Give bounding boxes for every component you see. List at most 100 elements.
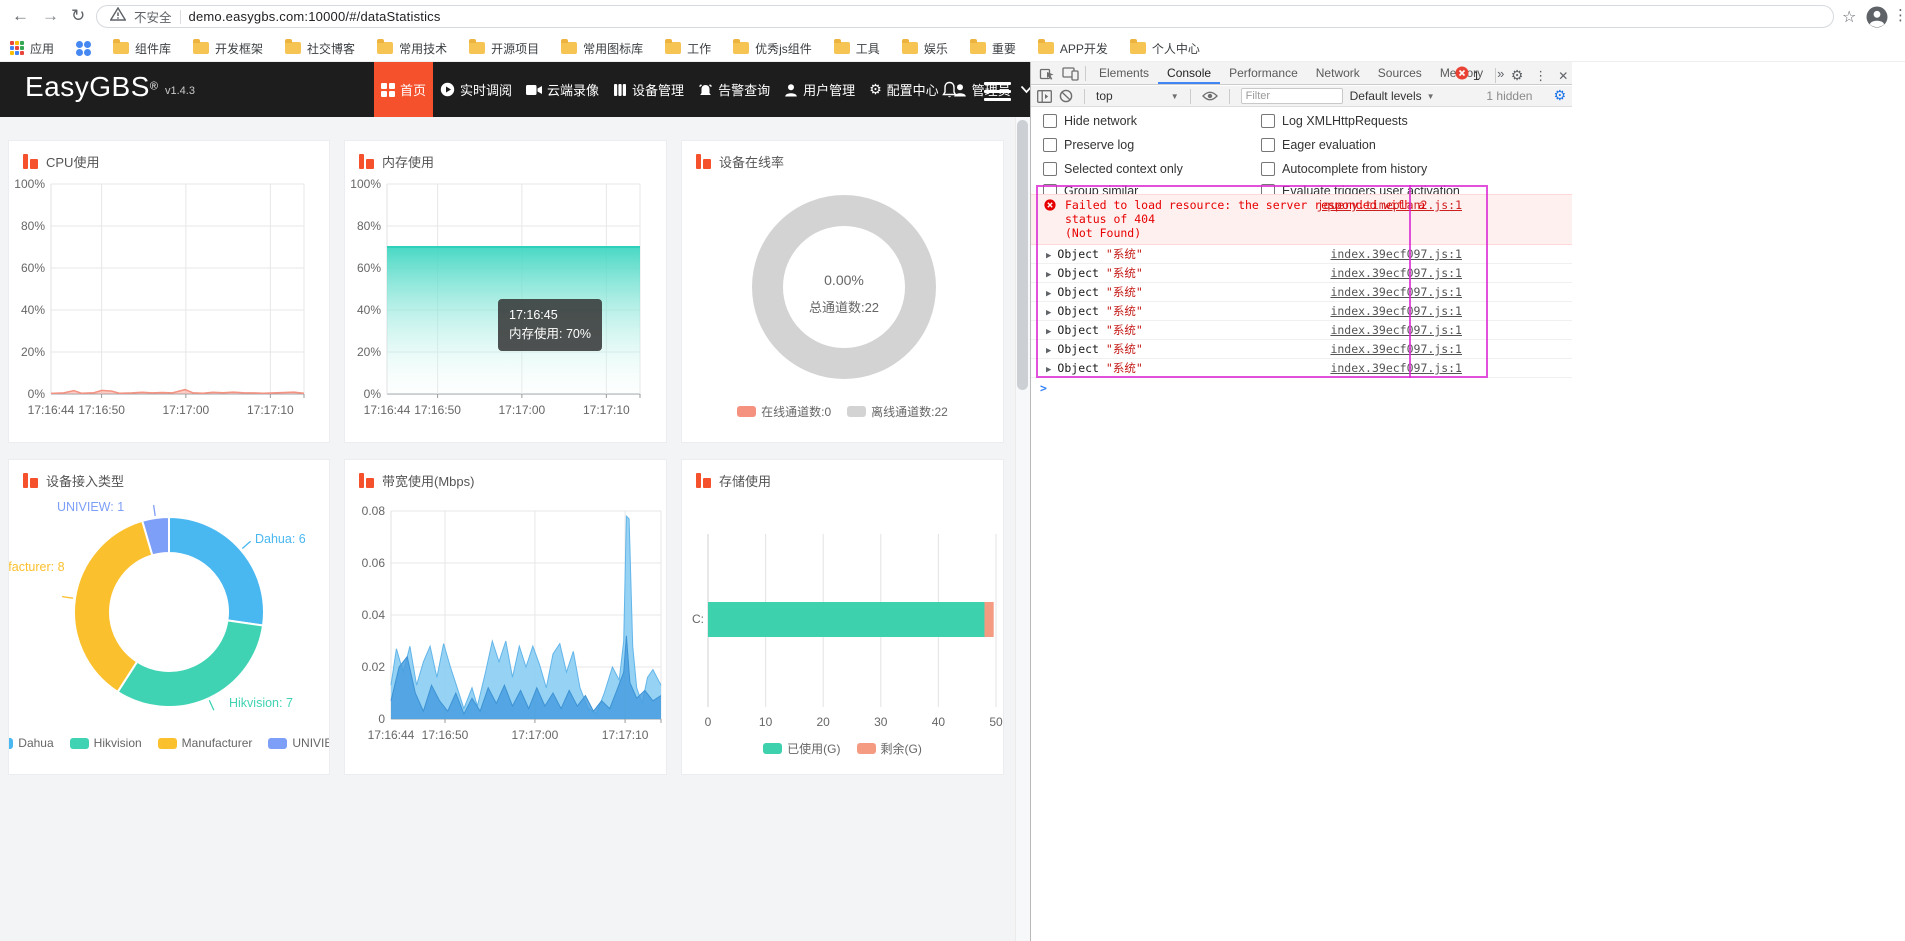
- expand-triangle-icon[interactable]: ▶: [1046, 327, 1051, 337]
- console-object-row[interactable]: ▶ Object "系统" index.39ecf097.js:1: [1031, 264, 1572, 283]
- reload-icon[interactable]: ↻: [71, 6, 85, 26]
- console-filter-input[interactable]: [1240, 88, 1343, 104]
- bookmark-favicon[interactable]: [76, 40, 92, 56]
- legend-item[interactable]: 已使用(G): [763, 740, 841, 757]
- hamburger-menu-icon[interactable]: [984, 82, 1011, 101]
- source-link[interactable]: index.39ecf097.js:1: [1330, 264, 1462, 282]
- source-link[interactable]: index.39ecf097.js:1: [1330, 245, 1462, 263]
- checkbox-autocomplete-from-history[interactable]: Autocomplete from history: [1261, 162, 1427, 176]
- bookmark-folder[interactable]: APP开发: [1037, 39, 1108, 57]
- console-sidebar-icon[interactable]: [1037, 89, 1052, 103]
- expand-triangle-icon[interactable]: ▶: [1046, 270, 1051, 280]
- console-object-row[interactable]: ▶ Object "系统" index.39ecf097.js:1: [1031, 302, 1572, 321]
- devtools-close-icon[interactable]: ✕: [1558, 69, 1568, 83]
- expand-triangle-icon[interactable]: ▶: [1046, 308, 1051, 318]
- folder-icon: [733, 39, 750, 54]
- apps-shortcut[interactable]: 应用: [10, 40, 54, 57]
- not-secure-warning-icon[interactable]: [109, 6, 127, 26]
- checkbox-hide-network[interactable]: Hide network: [1043, 114, 1137, 128]
- back-icon[interactable]: ←: [12, 6, 29, 26]
- url-text[interactable]: demo.easygbs.com:10000/#/dataStatistics: [189, 9, 441, 24]
- source-link[interactable]: index.39ecf097.js:1: [1330, 321, 1462, 339]
- console-object-row[interactable]: ▶ Object "系统" index.39ecf097.js:1: [1031, 359, 1572, 378]
- devtools-tab-console[interactable]: Console: [1158, 62, 1221, 84]
- nav-item-告警查询[interactable]: 告警查询: [691, 62, 777, 117]
- expand-triangle-icon[interactable]: ▶: [1046, 346, 1051, 356]
- checkbox-log-xmlhttprequests[interactable]: Log XMLHttpRequests: [1261, 114, 1408, 128]
- bookmark-folder[interactable]: 娱乐: [901, 39, 948, 57]
- expand-triangle-icon[interactable]: ▶: [1046, 289, 1051, 299]
- security-label[interactable]: 不安全: [134, 7, 172, 26]
- legend-item[interactable]: 在线通道数:0: [737, 403, 831, 420]
- source-link[interactable]: index.39ecf097.js:1: [1330, 283, 1462, 301]
- nav-item-用户管理[interactable]: 用户管理: [777, 62, 862, 117]
- log-levels-select[interactable]: Default levels ▼: [1350, 89, 1435, 103]
- checkbox-preserve-log[interactable]: Preserve log: [1043, 138, 1134, 152]
- nav-item-实时调阅[interactable]: 实时调阅: [433, 62, 519, 117]
- omnibox-divider: [179, 9, 181, 24]
- bookmark-star-icon[interactable]: ☆: [1842, 7, 1856, 27]
- nav-item-设备管理[interactable]: 设备管理: [606, 62, 691, 117]
- bookmark-folder[interactable]: 个人中心: [1129, 39, 1200, 57]
- video-camera-icon: [526, 84, 543, 96]
- legend-item[interactable]: UNIVIEW: [268, 736, 329, 750]
- console-object-row[interactable]: ▶ Object "系统" index.39ecf097.js:1: [1031, 283, 1572, 302]
- console-object-row[interactable]: ▶ Object "系统" index.39ecf097.js:1: [1031, 321, 1572, 340]
- console-error-row[interactable]: Failed to load resource: the server resp…: [1031, 194, 1572, 245]
- nav-item-首页[interactable]: 首页: [374, 62, 434, 117]
- legend-item[interactable]: Hikvision: [69, 736, 142, 750]
- device-toolbar-icon[interactable]: [1062, 66, 1079, 81]
- live-expression-eye-icon[interactable]: [1201, 90, 1218, 102]
- bookmark-folder[interactable]: 社交博客: [285, 39, 355, 57]
- frame-context-select[interactable]: top ▼: [1096, 89, 1179, 103]
- bookmark-folder[interactable]: 工作: [665, 39, 711, 57]
- devtools-tab-elements[interactable]: Elements: [1090, 62, 1158, 84]
- address-bar[interactable]: 不安全 demo.easygbs.com:10000/#/dataStatist…: [96, 5, 1834, 28]
- legend-item[interactable]: Manufacturer: [157, 736, 252, 750]
- bookmark-folder[interactable]: 重要: [969, 39, 1016, 57]
- card-title: 设备在线率: [719, 155, 785, 170]
- devtools-tab-network[interactable]: Network: [1307, 62, 1369, 84]
- app-version: v1.4.3: [165, 85, 195, 97]
- nav-item-云端录像[interactable]: 云端录像: [519, 62, 606, 117]
- devtools-settings-gear-icon[interactable]: ⚙: [1511, 68, 1524, 84]
- notifications-bell-icon[interactable]: [941, 81, 958, 104]
- folder-icon: [113, 39, 130, 54]
- expand-triangle-icon[interactable]: ▶: [1046, 251, 1051, 261]
- bookmark-folder[interactable]: 开发框架: [193, 39, 263, 57]
- axis-tick-label: 0%: [27, 387, 45, 401]
- bookmark-folder[interactable]: 常用图标库: [561, 39, 643, 57]
- console-object-row[interactable]: ▶ Object "系统" index.39ecf097.js:1: [1031, 340, 1572, 359]
- clear-console-icon[interactable]: [1059, 89, 1073, 103]
- devtools-more-icon[interactable]: ⋮: [1534, 68, 1547, 84]
- bookmark-folder[interactable]: 工具: [833, 39, 880, 57]
- legend-item[interactable]: Dahua: [9, 736, 54, 750]
- console-object-row[interactable]: ▶ Object "系统" index.39ecf097.js:1: [1031, 245, 1572, 264]
- bookmark-folder[interactable]: 开源项目: [469, 39, 539, 57]
- legend-item[interactable]: 离线通道数:22: [847, 403, 948, 420]
- bookmark-folder[interactable]: 组件库: [113, 39, 171, 57]
- source-link[interactable]: index.39ecf097.js:1: [1330, 302, 1462, 320]
- bookmark-folder[interactable]: 常用技术: [377, 39, 447, 57]
- browser-menu-icon[interactable]: ⋮: [1893, 6, 1905, 24]
- legend-item[interactable]: 剩余(G): [856, 740, 922, 757]
- console-settings-gear-icon[interactable]: ⚙: [1553, 88, 1566, 104]
- inspect-element-icon[interactable]: [1039, 65, 1055, 81]
- console-prompt[interactable]: >: [1031, 378, 1572, 398]
- devtools-tab-sources[interactable]: Sources: [1369, 62, 1431, 84]
- axis-tick-label: 0.06: [361, 556, 385, 570]
- forward-icon[interactable]: →: [42, 6, 59, 26]
- page-scrollbar-thumb[interactable]: [1017, 120, 1028, 390]
- checkbox-eager-evaluation[interactable]: Eager evaluation: [1261, 138, 1376, 152]
- console-error-badge[interactable]: 1: [1455, 66, 1480, 85]
- nav-item-配置中心[interactable]: ⚙ 配置中心: [862, 62, 946, 117]
- source-link[interactable]: index.39ecf097.js:1: [1330, 340, 1462, 358]
- bookmark-folder[interactable]: 优秀js组件: [733, 39, 812, 57]
- avatar[interactable]: [1866, 6, 1888, 33]
- devtools-tab-performance[interactable]: Performance: [1220, 62, 1307, 84]
- source-link[interactable]: index.39ecf097.js:1: [1330, 359, 1462, 377]
- play-circle-icon: [440, 82, 455, 97]
- expand-triangle-icon[interactable]: ▶: [1046, 365, 1051, 375]
- source-link[interactable]: jquery.timeplan2.js:1: [1317, 198, 1462, 212]
- checkbox-selected-context-only[interactable]: Selected context only: [1043, 162, 1183, 176]
